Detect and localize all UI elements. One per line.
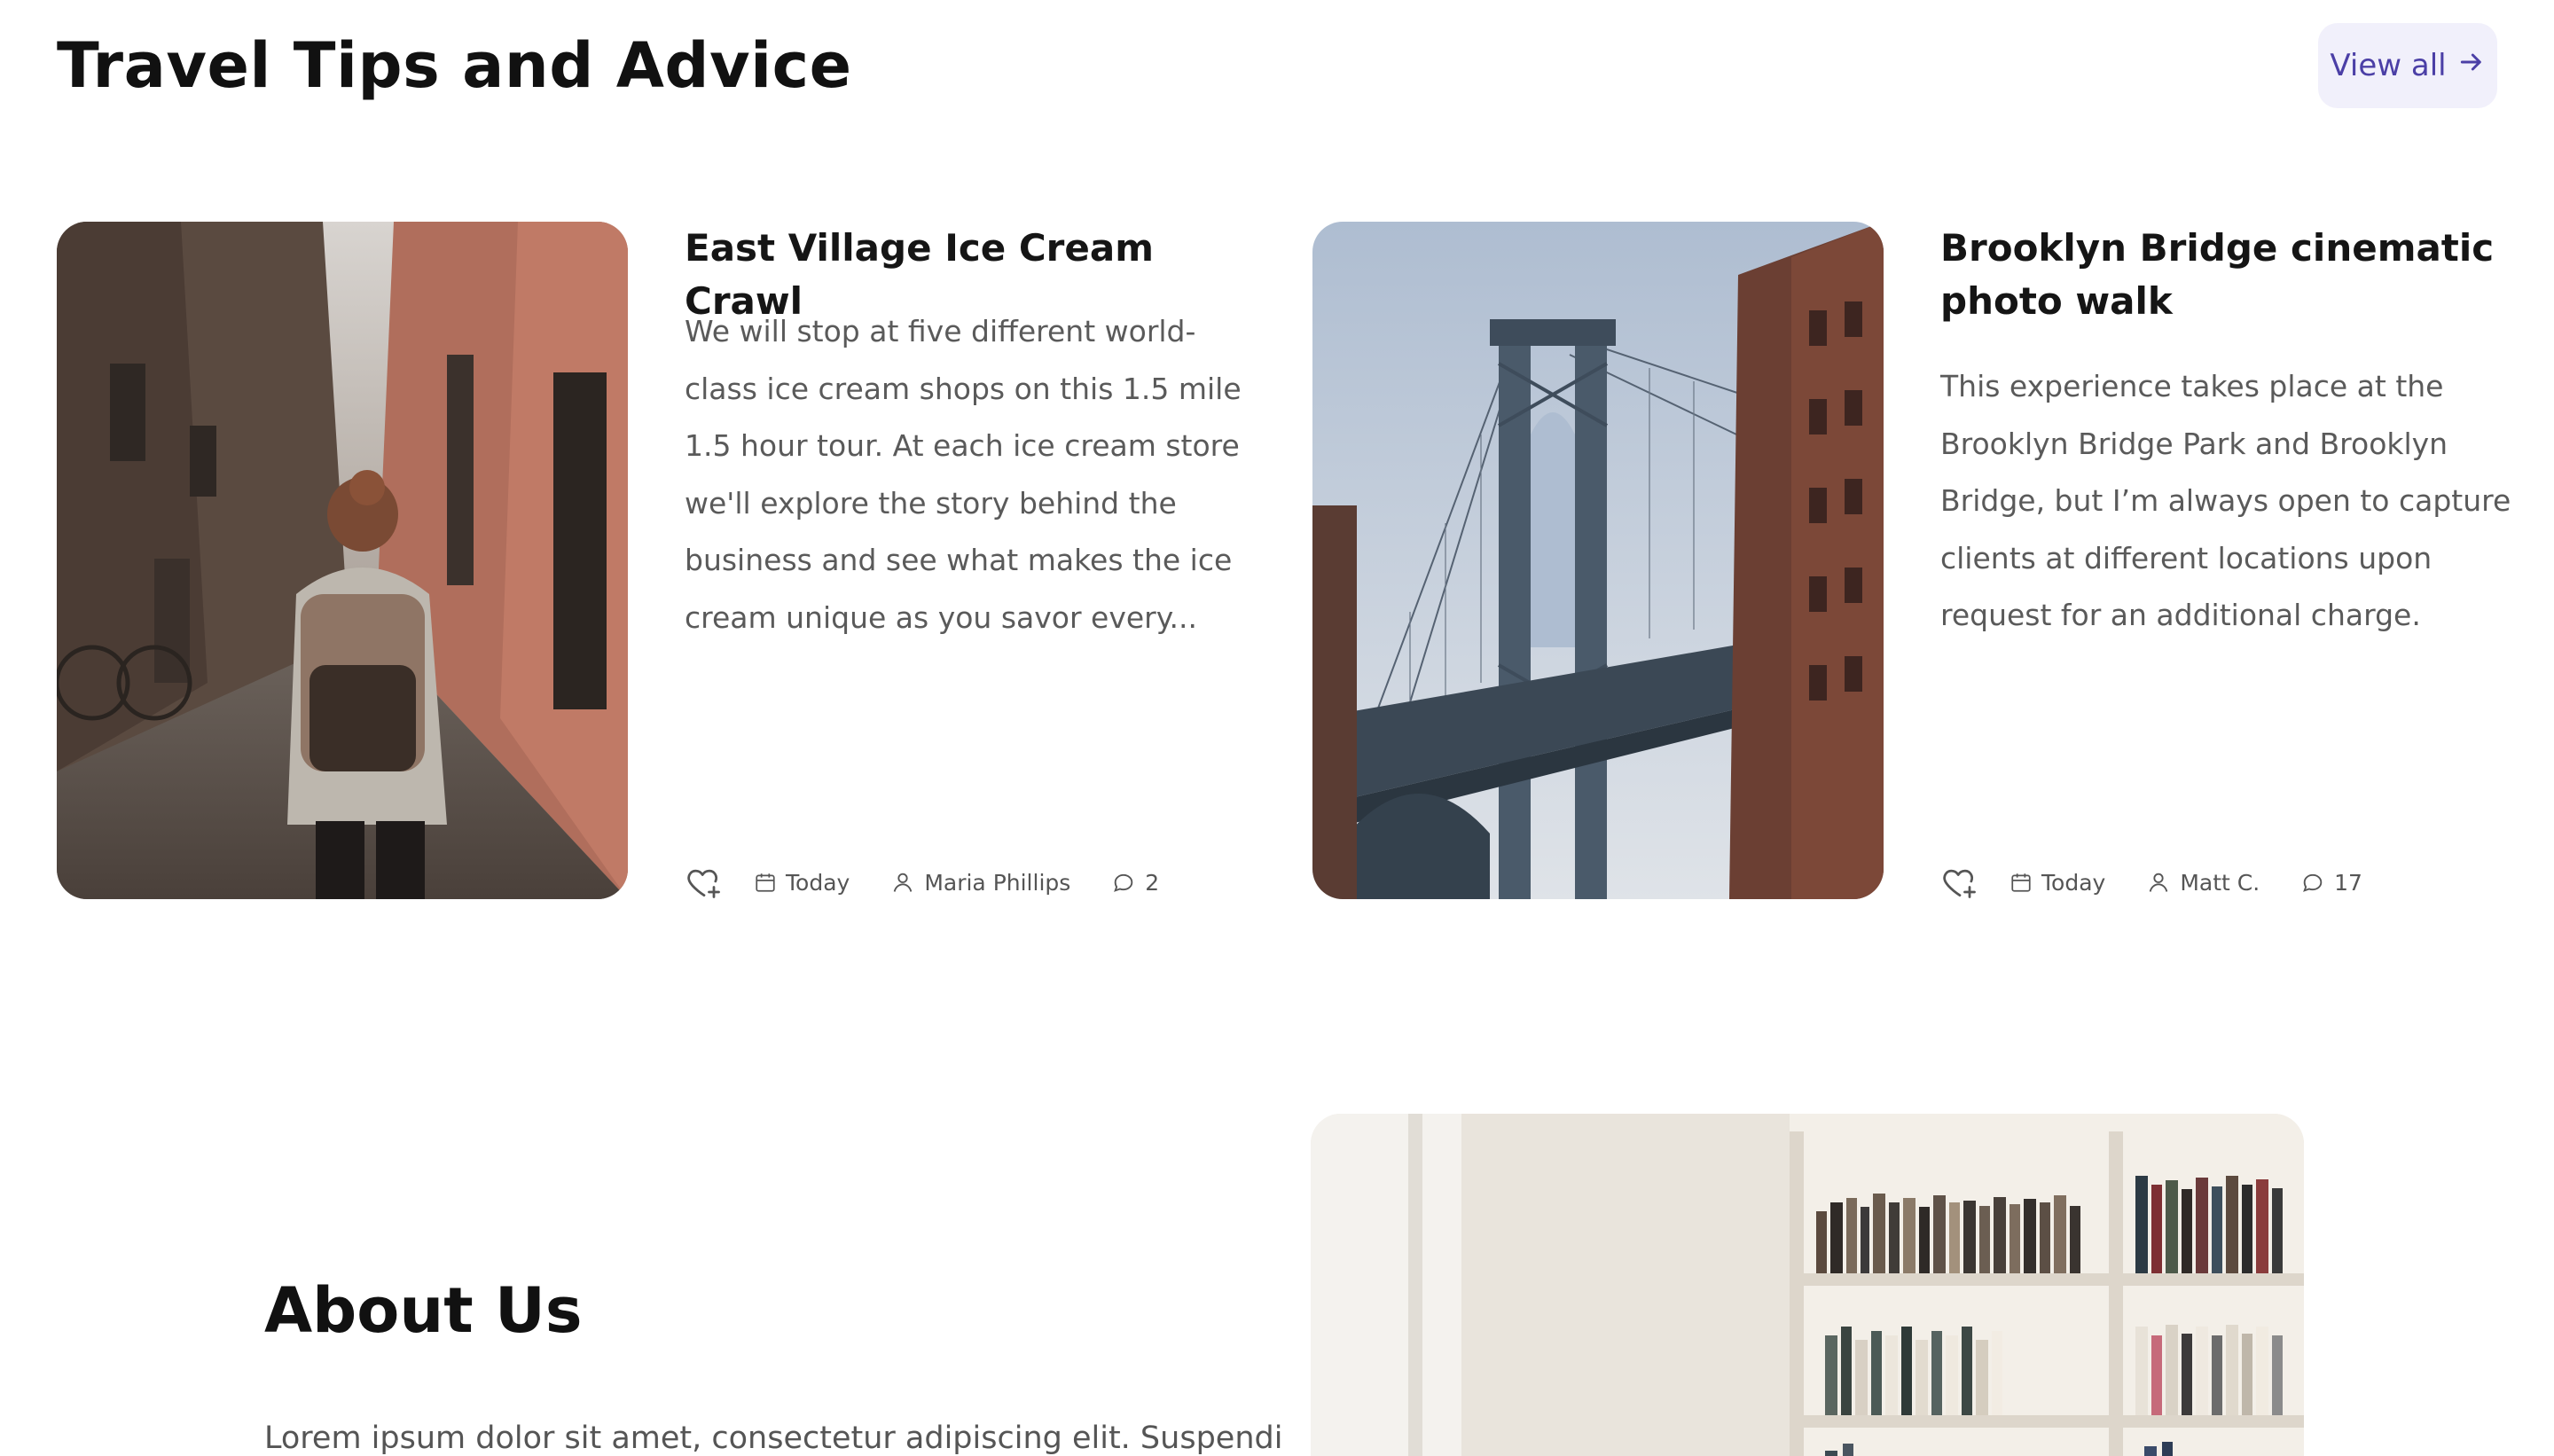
comment-icon xyxy=(1111,870,1136,895)
post-date: Today xyxy=(2010,870,2105,896)
about-image xyxy=(1311,1114,2304,1456)
post-date-label: Today xyxy=(2041,869,2106,896)
section-title: Travel Tips and Advice xyxy=(57,29,852,102)
post-author-label: Matt C. xyxy=(2180,869,2260,896)
user-icon xyxy=(2146,870,2171,895)
post-author[interactable]: Maria Phillips xyxy=(890,870,1070,896)
bookshelf-photo-icon xyxy=(1311,1114,2304,1456)
post-comments-count: 17 xyxy=(2334,869,2362,896)
post-description: This experience takes place at the Brook… xyxy=(1940,369,2511,632)
about-title: About Us xyxy=(264,1274,583,1347)
calendar-icon xyxy=(754,871,777,894)
heart-add-icon[interactable] xyxy=(685,863,724,902)
view-all-button[interactable]: View all xyxy=(2318,23,2497,108)
post-image-bridge[interactable] xyxy=(1312,222,1884,899)
post-image-alley[interactable] xyxy=(57,222,628,899)
post-date: Today xyxy=(754,870,850,896)
arrow-right-icon xyxy=(2457,48,2486,84)
about-text: Lorem ipsum dolor sit amet, consectetur … xyxy=(264,1421,1284,1456)
post-date-label: Today xyxy=(786,869,850,896)
post-author-label: Maria Phillips xyxy=(924,869,1071,896)
post-title[interactable]: Brooklyn Bridge cinematic photo walk xyxy=(1940,222,2508,328)
alley-photo-icon xyxy=(57,222,628,899)
post-meta: Today Maria Phillips 2 xyxy=(685,860,1200,904)
bridge-photo-icon xyxy=(1312,222,1884,899)
post-comments[interactable]: 2 xyxy=(1111,870,1159,896)
user-icon xyxy=(890,870,915,895)
view-all-label: View all xyxy=(2330,48,2447,83)
heart-add-icon[interactable] xyxy=(1940,863,1979,902)
post-description: We will stop at five different world-cla… xyxy=(685,314,1242,635)
post-comments[interactable]: 17 xyxy=(2300,870,2362,896)
calendar-icon xyxy=(2010,871,2033,894)
post-author[interactable]: Matt C. xyxy=(2146,870,2260,896)
comment-icon xyxy=(2300,870,2325,895)
post-meta: Today Matt C. 17 xyxy=(1940,860,2403,904)
post-comments-count: 2 xyxy=(1145,869,1160,896)
